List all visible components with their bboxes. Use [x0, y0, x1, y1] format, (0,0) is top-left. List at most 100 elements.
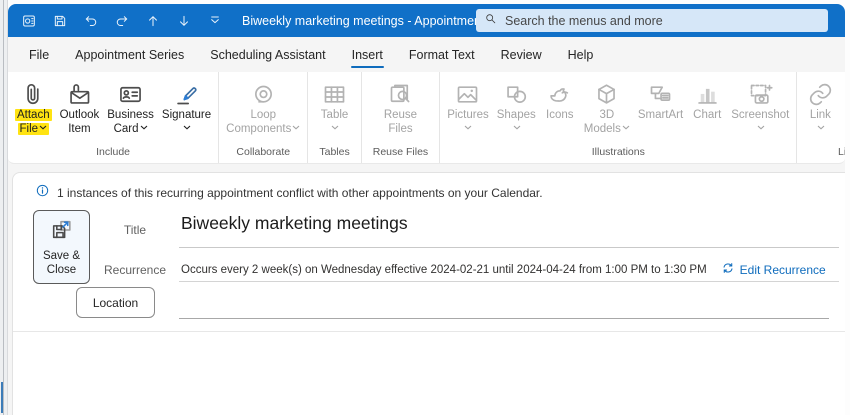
- appointment-form: 1 instances of this recurring appointmen…: [12, 172, 845, 415]
- search-icon: [484, 12, 497, 30]
- ribbon-button-label: Screenshot: [731, 109, 789, 136]
- signature-icon: [173, 79, 200, 109]
- ribbon-button-label: Signature: [162, 109, 211, 136]
- ribbon-group-illustrations: Pictures Shapes Icons 3DModels SmartArt …: [440, 72, 797, 163]
- loop-icon: [250, 79, 277, 109]
- ribbon-group-label: Links: [830, 145, 845, 161]
- menu-tab-appointment-series[interactable]: Appointment Series: [62, 37, 197, 72]
- ribbon-button-label: Link: [810, 109, 831, 136]
- ribbon-button-outlook-item[interactable]: OutlookItem: [56, 77, 104, 138]
- sync-icon: [721, 261, 735, 278]
- edit-recurrence-link[interactable]: Edit Recurrence: [721, 261, 826, 278]
- search-input[interactable]: [505, 14, 820, 28]
- save-close-icon: [49, 217, 74, 247]
- ribbon-button-label: LoopComponents: [226, 109, 300, 136]
- toolbar-chevron-button[interactable]: [204, 10, 226, 32]
- ribbon-button-reuse-files: ReuseFiles: [380, 77, 421, 138]
- ribbon: AttachFile OutlookItem BusinessCard Sign…: [8, 72, 845, 164]
- edit-recurrence-label: Edit Recurrence: [740, 263, 826, 277]
- ribbon-button-label: SmartArt: [638, 109, 683, 123]
- link-icon: [807, 79, 834, 109]
- ribbon-group-include: AttachFile OutlookItem BusinessCard Sign…: [8, 72, 219, 163]
- ribbon-group-label: Tables: [311, 145, 357, 161]
- ribbon-button-label: Shapes: [497, 109, 536, 136]
- body-divider: [13, 331, 845, 332]
- quick-access-toolbar: [18, 10, 226, 32]
- pictures-icon: [454, 79, 481, 109]
- menu-tab-insert[interactable]: Insert: [339, 37, 396, 72]
- menu-tab-format-text[interactable]: Format Text: [396, 37, 488, 72]
- ribbon-group-tables: Table Tables: [308, 72, 361, 163]
- ribbon-group-label: Reuse Files: [365, 145, 436, 161]
- content-wrap: 1 instances of this recurring appointmen…: [8, 164, 845, 415]
- ribbon-button-3d-models: 3DModels: [580, 77, 634, 138]
- cube-3d-icon: [593, 79, 620, 109]
- save-close-label: Save & Close: [43, 250, 80, 277]
- ribbon-group-label: Illustrations: [584, 145, 653, 161]
- paperclip-icon: [20, 79, 47, 109]
- ribbon-button-pictures: Pictures: [443, 77, 493, 138]
- screenshot-icon: [747, 79, 774, 109]
- undo-button[interactable]: [80, 10, 102, 32]
- redo-button[interactable]: [111, 10, 133, 32]
- ribbon-button-link: Link: [800, 77, 840, 138]
- background-window-edge: [0, 0, 8, 415]
- ribbon-button-smartart: SmartArt: [634, 77, 687, 125]
- location-button[interactable]: Location: [76, 287, 155, 318]
- recurrence-field-label: Recurrence: [99, 263, 171, 277]
- save-button[interactable]: [49, 10, 71, 32]
- save-and-close-button[interactable]: Save & Close: [33, 210, 90, 284]
- title-field-underline: [179, 247, 839, 248]
- ribbon-group-label: Collaborate: [228, 145, 298, 161]
- ribbon-group-links: Link Bookmark Links: [797, 72, 845, 163]
- ribbon-button-label: ReuseFiles: [384, 109, 417, 136]
- table-icon: [321, 79, 348, 109]
- title-field-label: Title: [99, 223, 171, 237]
- recurrence-text: Occurs every 2 week(s) on Wednesday effe…: [181, 264, 707, 276]
- ribbon-button-label: Table: [321, 109, 349, 136]
- menu-bar: FileAppointment SeriesScheduling Assista…: [8, 37, 845, 72]
- menu-tab-scheduling-assistant[interactable]: Scheduling Assistant: [197, 37, 338, 72]
- smartart-icon: [647, 79, 674, 109]
- ribbon-button-icons: Icons: [540, 77, 580, 125]
- menu-tab-file[interactable]: File: [16, 37, 62, 72]
- ribbon-group-collaborate: LoopComponents Collaborate: [219, 72, 308, 163]
- conflict-info-text: 1 instances of this recurring appointmen…: [57, 186, 543, 200]
- ribbon-button-loop-components: LoopComponents: [222, 77, 304, 138]
- location-field-underline: [179, 318, 829, 319]
- ribbon-button-label: BusinessCard: [107, 109, 154, 136]
- duck-icon: [546, 79, 573, 109]
- ribbon-button-bookmark: Bookmark: [840, 77, 845, 125]
- ribbon-button-label: OutlookItem: [60, 109, 100, 136]
- menu-tab-review[interactable]: Review: [488, 37, 555, 72]
- ribbon-group-label: Include: [88, 145, 138, 161]
- up-arrow-button[interactable]: [142, 10, 164, 32]
- ribbon-button-business-card[interactable]: BusinessCard: [103, 77, 158, 138]
- outlook-item-icon: [66, 79, 93, 109]
- ribbon-button-chart: Chart: [687, 77, 727, 125]
- chart-icon: [694, 79, 721, 109]
- ribbon-button-label: Icons: [546, 109, 574, 123]
- ribbon-button-table: Table: [315, 77, 355, 138]
- title-field-value[interactable]: Biweekly marketing meetings: [181, 213, 408, 234]
- outlook-app-button[interactable]: [18, 10, 40, 32]
- reuse-files-icon: [387, 79, 414, 109]
- search-box[interactable]: [476, 9, 828, 32]
- title-bar: Biweekly marketing meetings - Appointmen…: [8, 4, 845, 37]
- info-icon: [35, 183, 50, 203]
- ribbon-group-reuse-files: ReuseFiles Reuse Files: [362, 72, 440, 163]
- ribbon-button-shapes: Shapes: [493, 77, 540, 138]
- ribbon-button-label: Pictures: [447, 109, 489, 136]
- ribbon-button-attach-file[interactable]: AttachFile: [11, 77, 56, 138]
- ribbon-button-label: Bookmark: [844, 109, 845, 123]
- recurrence-field-underline: [179, 281, 839, 282]
- screen: Biweekly marketing meetings - Appointmen…: [0, 0, 850, 415]
- conflict-info-bar: 1 instances of this recurring appointmen…: [35, 183, 543, 203]
- business-card-icon: [117, 79, 144, 109]
- appointment-window: Biweekly marketing meetings - Appointmen…: [8, 4, 845, 415]
- down-arrow-button[interactable]: [173, 10, 195, 32]
- ribbon-button-label: AttachFile: [15, 109, 52, 136]
- ribbon-button-label: 3DModels: [584, 109, 630, 136]
- ribbon-button-signature[interactable]: Signature: [158, 77, 215, 138]
- menu-tab-help[interactable]: Help: [555, 37, 607, 72]
